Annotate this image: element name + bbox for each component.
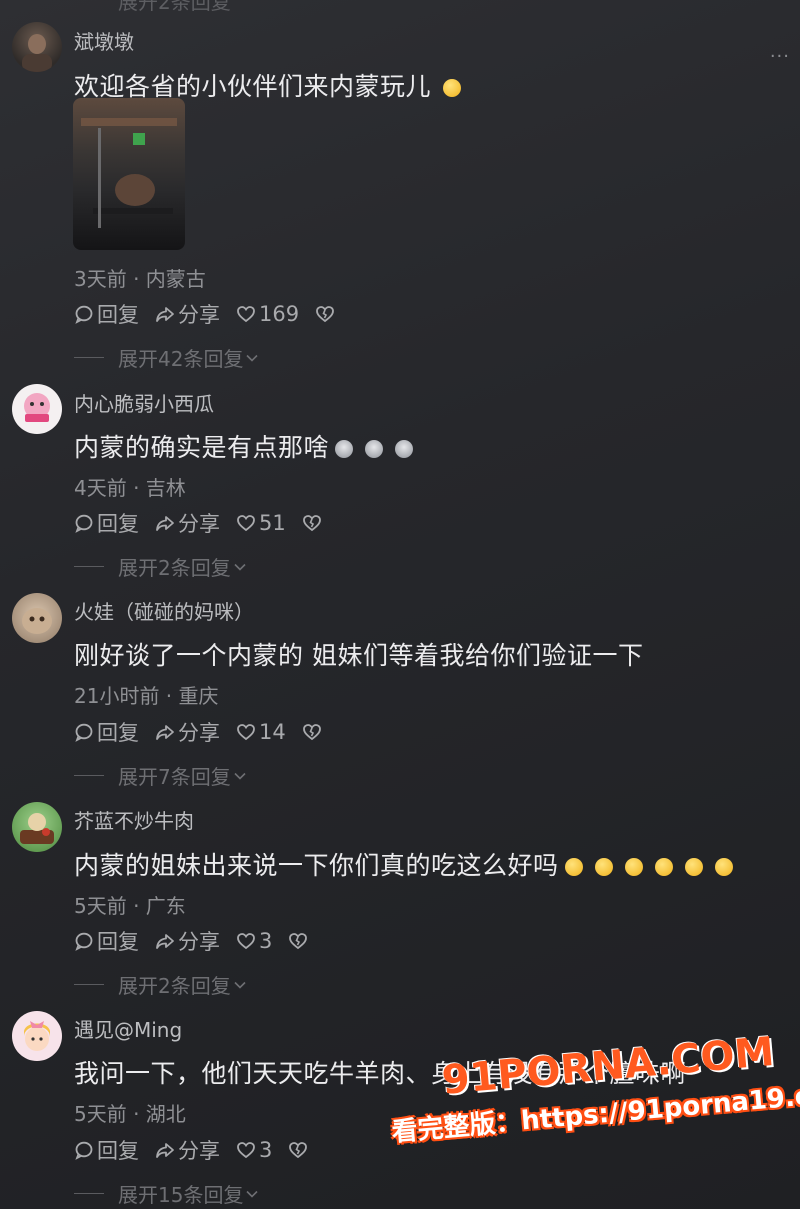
comment-bubble-icon [75,1141,93,1160]
comment-actions: 回复 分享 14 [74,718,341,746]
reply-button[interactable]: 回复 [74,717,139,747]
emoji-icon [654,858,673,876]
divider [74,357,104,358]
emoji-icon [564,858,583,876]
emoji-icon [624,858,643,876]
comment-actions: 回复 分享 3 [74,1136,327,1164]
comment-bubble-icon [75,723,93,742]
expand-replies-button[interactable]: 展开7条回复 [74,761,247,790]
dislike-button[interactable] [288,931,311,951]
share-arrow-icon [156,725,174,740]
comment-text: 内蒙的姐妹出来说一下你们真的吃这么好吗 [74,846,733,882]
share-arrow-icon [156,934,174,949]
like-button[interactable]: 3 [236,1138,272,1162]
divider [74,984,104,985]
emoji-icon [395,440,414,458]
emoji-icon [714,858,733,876]
username[interactable]: 内心脆弱小西瓜 [74,388,214,417]
broken-heart-icon [302,724,321,741]
broken-heart-icon [289,1142,308,1159]
previous-expand-replies[interactable]: 展开2条回复 [118,0,231,15]
heart-icon [237,515,255,532]
heart-icon [237,1142,255,1159]
dislike-button[interactable] [302,513,325,533]
divider [74,775,104,776]
heart-icon [237,306,255,323]
share-button[interactable]: 分享 [155,299,220,329]
comment-bubble-icon [75,514,93,533]
emoji-icon [594,858,613,876]
expand-replies-button[interactable]: 展开2条回复 [74,552,247,581]
heart-icon [237,724,255,741]
share-arrow-icon [156,516,174,531]
comment-actions: 回复 分享 51 [74,509,341,537]
expand-replies-button[interactable]: 展开42条回复 [74,343,259,372]
comment-bubble-icon [75,932,93,951]
username[interactable]: 芥蓝不炒牛肉 [74,805,194,834]
like-button[interactable]: 14 [236,720,286,744]
comment-meta: 5天前 · 湖北 [74,1102,186,1126]
emoji-icon [335,440,354,458]
more-options-icon[interactable]: ··· [770,46,790,67]
chevron-down-icon [234,981,246,989]
comment-meta: 4天前 · 吉林 [74,476,186,500]
chevron-down-icon [246,354,259,362]
like-button[interactable]: 3 [236,929,272,953]
comment-bubble-icon [75,305,93,324]
like-button[interactable]: 51 [236,511,286,535]
share-arrow-icon [156,307,174,322]
comment-text: 刚好谈了一个内蒙的 姐妹们等着我给你们验证一下 [74,641,644,670]
comment-meta: 21小时前 · 重庆 [74,684,219,708]
avatar[interactable] [12,1011,62,1061]
emoji-icon [684,858,703,876]
comment-text: 内蒙的确实是有点那啥 [74,428,414,464]
expand-replies-button[interactable]: 展开2条回复 [74,970,247,999]
chevron-down-icon [234,772,246,780]
share-button[interactable]: 分享 [155,1135,220,1165]
chevron-down-icon [246,1190,259,1198]
reply-button[interactable]: 回复 [74,926,139,956]
drooling-face-emoji-icon [443,79,462,97]
comment-meta: 5天前 · 广东 [74,894,186,918]
share-button[interactable]: 分享 [155,508,220,538]
comment-actions: 回复 分享 169 [74,300,354,328]
share-arrow-icon [156,1143,174,1158]
chevron-down-icon [234,563,246,571]
like-button[interactable]: 169 [236,302,299,326]
broken-heart-icon [316,306,334,323]
avatar[interactable] [12,22,62,72]
comment-meta: 3天前 · 内蒙古 [74,267,206,291]
dislike-button[interactable] [315,304,338,324]
divider [74,1193,104,1194]
expand-replies-button[interactable]: 展开15条回复 [74,1179,259,1208]
reply-button[interactable]: 回复 [74,299,139,329]
emoji-icon [365,440,384,458]
username[interactable]: 遇见@Ming [74,1014,182,1043]
comment-actions: 回复 分享 3 [74,927,327,955]
comment-image[interactable] [73,98,185,250]
divider [74,566,104,567]
broken-heart-icon [289,933,308,950]
broken-heart-icon [302,515,321,532]
reply-button[interactable]: 回复 [74,1135,139,1165]
avatar[interactable] [12,593,62,643]
reply-button[interactable]: 回复 [74,508,139,538]
username[interactable]: 火娃（碰碰的妈咪） [74,596,254,625]
username[interactable]: 斌墩墩 [74,26,134,55]
share-button[interactable]: 分享 [155,926,220,956]
heart-icon [237,933,255,950]
avatar[interactable] [12,802,62,852]
dislike-button[interactable] [302,722,325,742]
dislike-button[interactable] [288,1140,311,1160]
avatar[interactable] [12,384,62,434]
share-button[interactable]: 分享 [155,717,220,747]
